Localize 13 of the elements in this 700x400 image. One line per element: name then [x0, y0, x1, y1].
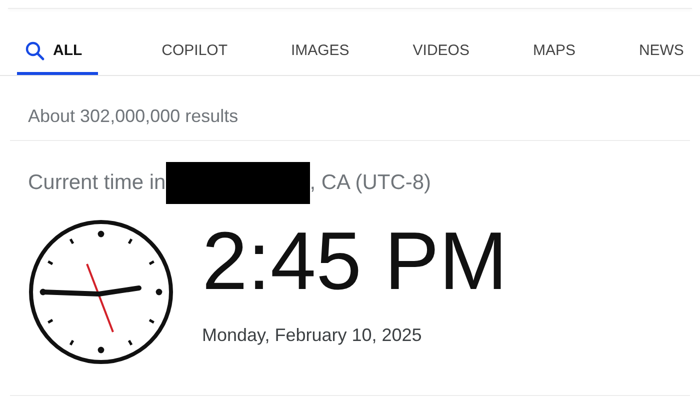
current-date: Monday, February 10, 2025	[202, 325, 423, 346]
tab[interactable]: MAPS	[532, 29, 576, 75]
current-time: 2:45 PM	[202, 221, 508, 303]
time-heading: , CA (UTC-8)	[310, 171, 432, 195]
clock-icon	[28, 219, 174, 365]
tab[interactable]: COPILOT	[162, 29, 228, 75]
tab[interactable]: IMAGES	[290, 29, 350, 75]
tab[interactable]: NEWS	[638, 29, 684, 75]
tab[interactable]: VIDEOS	[412, 29, 470, 75]
time-heading: Current time in	[28, 171, 166, 195]
search-icon	[25, 40, 45, 60]
tab[interactable]: ALL	[17, 29, 98, 75]
results-count: About 302,000,000 results	[27, 105, 240, 128]
